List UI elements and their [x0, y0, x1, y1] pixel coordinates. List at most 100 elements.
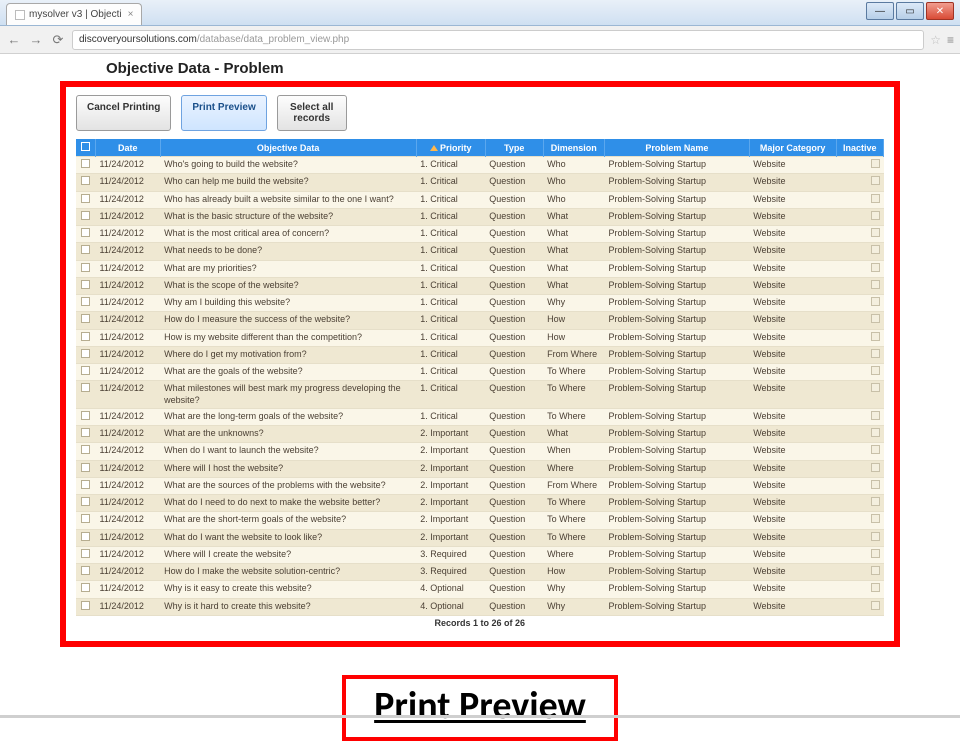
row-checkbox[interactable] [76, 546, 95, 563]
row-checkbox[interactable] [76, 295, 95, 312]
header-objective[interactable]: Objective Data [160, 139, 416, 157]
header-type[interactable]: Type [485, 139, 543, 157]
header-checkbox[interactable] [76, 139, 95, 157]
cell-inactive[interactable] [836, 443, 883, 460]
row-checkbox[interactable] [76, 243, 95, 260]
table-row[interactable]: 11/24/2012What is the basic structure of… [76, 208, 884, 225]
table-row[interactable]: 11/24/2012What milestones will best mark… [76, 381, 884, 409]
row-checkbox[interactable] [76, 191, 95, 208]
row-checkbox[interactable] [76, 426, 95, 443]
back-icon[interactable]: ← [6, 32, 22, 47]
table-row[interactable]: 11/24/2012Why is it hard to create this … [76, 598, 884, 615]
reload-icon[interactable]: ⟳ [50, 32, 66, 48]
browser-tab[interactable]: mysolver v3 | Objecti × [6, 3, 142, 25]
cell-inactive[interactable] [836, 364, 883, 381]
row-checkbox[interactable] [76, 581, 95, 598]
cell-inactive[interactable] [836, 157, 883, 174]
cell-inactive[interactable] [836, 477, 883, 494]
row-checkbox[interactable] [76, 564, 95, 581]
table-row[interactable]: 11/24/2012How is my website different th… [76, 329, 884, 346]
table-row[interactable]: 11/24/2012When do I want to launch the w… [76, 443, 884, 460]
cell-inactive[interactable] [836, 598, 883, 615]
row-checkbox[interactable] [76, 312, 95, 329]
row-checkbox[interactable] [76, 512, 95, 529]
row-checkbox[interactable] [76, 277, 95, 294]
cell-inactive[interactable] [836, 529, 883, 546]
print-preview-button[interactable]: Print Preview [181, 95, 266, 131]
row-checkbox[interactable] [76, 157, 95, 174]
cell-inactive[interactable] [836, 329, 883, 346]
row-checkbox[interactable] [76, 226, 95, 243]
table-row[interactable]: 11/24/2012What are the sources of the pr… [76, 477, 884, 494]
cell-inactive[interactable] [836, 581, 883, 598]
forward-icon[interactable]: → [28, 32, 44, 47]
table-row[interactable]: 11/24/2012What is the scope of the websi… [76, 277, 884, 294]
table-row[interactable]: 11/24/2012What do I want the website to … [76, 529, 884, 546]
table-row[interactable]: 11/24/2012Why is it easy to create this … [76, 581, 884, 598]
cell-inactive[interactable] [836, 564, 883, 581]
row-checkbox[interactable] [76, 329, 95, 346]
header-inactive[interactable]: Inactive [836, 139, 883, 157]
table-row[interactable]: 11/24/2012What are the goals of the webs… [76, 364, 884, 381]
table-row[interactable]: 11/24/2012How do I measure the success o… [76, 312, 884, 329]
table-row[interactable]: 11/24/2012What are my priorities?1. Crit… [76, 260, 884, 277]
cell-inactive[interactable] [836, 208, 883, 225]
row-checkbox[interactable] [76, 346, 95, 363]
row-checkbox[interactable] [76, 460, 95, 477]
table-row[interactable]: 11/24/2012Where will I create the websit… [76, 546, 884, 563]
row-checkbox[interactable] [76, 208, 95, 225]
table-row[interactable]: 11/24/2012What are the unknowns?2. Impor… [76, 426, 884, 443]
cell-inactive[interactable] [836, 460, 883, 477]
row-checkbox[interactable] [76, 598, 95, 615]
cell-inactive[interactable] [836, 174, 883, 191]
header-problem[interactable]: Problem Name [604, 139, 749, 157]
cell-inactive[interactable] [836, 260, 883, 277]
row-checkbox[interactable] [76, 443, 95, 460]
table-row[interactable]: 11/24/2012What are the long-term goals o… [76, 408, 884, 425]
cell-inactive[interactable] [836, 346, 883, 363]
row-checkbox[interactable] [76, 364, 95, 381]
cancel-printing-button[interactable]: Cancel Printing [76, 95, 171, 131]
address-bar[interactable]: discoveryoursolutions.com/database/data_… [72, 30, 924, 50]
header-priority[interactable]: Priority [416, 139, 485, 157]
window-maximize-button[interactable]: ▭ [896, 2, 924, 20]
cell-inactive[interactable] [836, 512, 883, 529]
table-row[interactable]: 11/24/2012Why am I building this website… [76, 295, 884, 312]
cell-inactive[interactable] [836, 546, 883, 563]
cell-inactive[interactable] [836, 277, 883, 294]
table-row[interactable]: 11/24/2012How do I make the website solu… [76, 564, 884, 581]
table-row[interactable]: 11/24/2012Who can help me build the webs… [76, 174, 884, 191]
row-checkbox[interactable] [76, 529, 95, 546]
cell-inactive[interactable] [836, 243, 883, 260]
window-minimize-button[interactable]: ― [866, 2, 894, 20]
table-row[interactable]: 11/24/2012What is the most critical area… [76, 226, 884, 243]
table-row[interactable]: 11/24/2012What are the short-term goals … [76, 512, 884, 529]
cell-inactive[interactable] [836, 295, 883, 312]
row-checkbox[interactable] [76, 408, 95, 425]
table-row[interactable]: 11/24/2012Where will I host the website?… [76, 460, 884, 477]
table-row[interactable]: 11/24/2012Where do I get my motivation f… [76, 346, 884, 363]
tab-close-icon[interactable]: × [128, 9, 134, 20]
row-checkbox[interactable] [76, 495, 95, 512]
header-dimension[interactable]: Dimension [543, 139, 604, 157]
table-row[interactable]: 11/24/2012What do I need to do next to m… [76, 495, 884, 512]
header-date[interactable]: Date [95, 139, 160, 157]
bookmark-star-icon[interactable]: ☆ [930, 33, 941, 47]
row-checkbox[interactable] [76, 174, 95, 191]
row-checkbox[interactable] [76, 381, 95, 409]
row-checkbox[interactable] [76, 477, 95, 494]
window-close-button[interactable]: ✕ [926, 2, 954, 20]
select-all-records-button[interactable]: Select all records [277, 95, 347, 131]
cell-inactive[interactable] [836, 495, 883, 512]
cell-inactive[interactable] [836, 426, 883, 443]
cell-inactive[interactable] [836, 408, 883, 425]
row-checkbox[interactable] [76, 260, 95, 277]
chrome-menu-icon[interactable]: ≡ [947, 33, 954, 47]
cell-inactive[interactable] [836, 226, 883, 243]
header-category[interactable]: Major Category [749, 139, 836, 157]
cell-inactive[interactable] [836, 381, 883, 409]
table-row[interactable]: 11/24/2012What needs to be done?1. Criti… [76, 243, 884, 260]
table-row[interactable]: 11/24/2012Who has already built a websit… [76, 191, 884, 208]
cell-inactive[interactable] [836, 191, 883, 208]
cell-inactive[interactable] [836, 312, 883, 329]
